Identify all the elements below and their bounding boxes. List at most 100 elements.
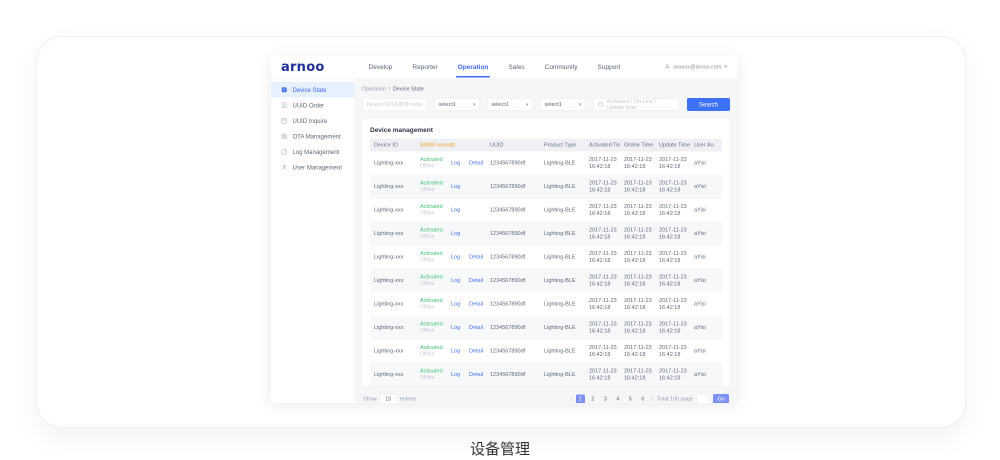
cell-status: Activated Offline bbox=[416, 227, 447, 240]
status-offline: Offline bbox=[420, 351, 447, 357]
log-link[interactable]: Log bbox=[447, 184, 465, 190]
nav-item-sales[interactable]: Sales bbox=[508, 55, 524, 79]
detail-link[interactable]: Detail bbox=[465, 278, 486, 284]
next-page-icon[interactable]: › bbox=[651, 395, 654, 403]
nav-item-community[interactable]: Community bbox=[545, 55, 578, 79]
sidebar-item-device-state[interactable]: Device State bbox=[271, 82, 355, 98]
cell-user-account: aYisi bbox=[690, 184, 714, 190]
select-value: select1 bbox=[439, 102, 456, 108]
page-number-button[interactable]: 5 bbox=[626, 395, 635, 404]
active-tab-underline bbox=[456, 76, 490, 78]
go-to-page-input[interactable] bbox=[697, 394, 710, 403]
page-number-button[interactable]: 4 bbox=[613, 395, 622, 404]
table-row: Lighting-xxx Activated Offline Log Detai… bbox=[370, 246, 722, 270]
page-number-button[interactable]: 6 bbox=[638, 395, 647, 404]
chevron-down-icon: ▾ bbox=[724, 64, 727, 70]
cell-update-time: 2017-11-23 16:42:18 bbox=[655, 367, 690, 381]
log-link[interactable]: Log bbox=[447, 372, 465, 378]
cell-device-id: Lighting-xxx bbox=[370, 207, 416, 213]
breadcrumb-parent[interactable]: Operation bbox=[362, 86, 386, 92]
nav-item-reporter[interactable]: Reporter bbox=[412, 55, 437, 79]
detail-link[interactable]: Detail bbox=[465, 325, 486, 331]
log-link[interactable]: Log bbox=[447, 231, 465, 237]
account-email: xxxxxx@arnoo.com bbox=[673, 64, 721, 70]
log-link[interactable]: Log bbox=[447, 254, 465, 260]
log-link[interactable]: Log bbox=[447, 160, 465, 166]
cell-product-type: Lighting-BLE bbox=[540, 325, 585, 331]
nav-label: Support bbox=[598, 63, 621, 71]
cell-update-time: 2017-11-23 16:42:18 bbox=[655, 203, 690, 217]
sidebar-item-user-management[interactable]: User Management bbox=[271, 160, 355, 176]
breadcrumb-current: Device State bbox=[393, 86, 424, 92]
filter-bar: select1 ▾ select1 ▾ select1 ▾ bbox=[362, 98, 730, 111]
status-offline: Offline bbox=[420, 304, 447, 310]
sidebar-item-uuid-order[interactable]: UUID Order bbox=[271, 98, 355, 114]
cell-user-account: aYisi bbox=[690, 372, 714, 378]
uuid-order-icon bbox=[281, 102, 288, 109]
cell-update-time: 2017-11-23 16:42:18 bbox=[655, 179, 690, 193]
cell-status: Activated Offline bbox=[416, 274, 447, 287]
page-number-button[interactable]: 2 bbox=[588, 395, 597, 404]
go-button[interactable]: Go bbox=[713, 394, 729, 403]
filter-select-1[interactable]: select1 ▾ bbox=[434, 98, 480, 111]
breadcrumb-separator: / bbox=[389, 86, 391, 92]
page-number-button[interactable]: 3 bbox=[601, 395, 610, 404]
cell-uuid: 1234567890df bbox=[486, 184, 540, 190]
cell-device-id: Lighting-xxx bbox=[370, 278, 416, 284]
detail-link[interactable]: Detail bbox=[465, 372, 486, 378]
cell-user-account: aYisi bbox=[690, 278, 714, 284]
device-state-icon bbox=[281, 87, 288, 94]
cell-uuid: 1234567890df bbox=[486, 231, 540, 237]
prev-page-icon[interactable]: ‹ bbox=[570, 395, 573, 403]
log-link[interactable]: Log bbox=[447, 348, 465, 354]
cell-product-type: Lighting-BLE bbox=[540, 278, 585, 284]
show-label: Show bbox=[363, 396, 377, 402]
log-link[interactable]: Log bbox=[447, 278, 465, 284]
cell-user-account: aYisi bbox=[690, 348, 714, 354]
time-range-picker[interactable]: Activated / On-Line / Update time bbox=[593, 98, 680, 111]
cell-uuid: 1234567890df bbox=[486, 348, 540, 354]
keyword-search-input[interactable] bbox=[362, 98, 427, 111]
search-button[interactable]: Search bbox=[687, 98, 730, 111]
status-activated: Activated bbox=[420, 180, 447, 187]
log-link[interactable]: Log bbox=[447, 301, 465, 307]
detail-link[interactable]: Detail bbox=[465, 348, 486, 354]
cell-user-account: aYisi bbox=[690, 254, 714, 260]
account-menu[interactable]: xxxxxx@arnoo.com ▾ bbox=[664, 64, 727, 71]
page-size-select[interactable]: 15 bbox=[380, 394, 397, 404]
sidebar-item-ota-management[interactable]: OTA Management bbox=[271, 129, 355, 145]
log-link[interactable]: Log bbox=[447, 325, 465, 331]
chevron-down-icon: ▾ bbox=[579, 102, 582, 108]
table-row: Lighting-xxx Activated Offline Log Detai… bbox=[370, 340, 722, 364]
cell-status: Activated Offline bbox=[416, 156, 447, 169]
col-header-device-id: Device ID bbox=[370, 142, 416, 148]
detail-link[interactable]: Detail bbox=[465, 160, 486, 166]
select-value: select1 bbox=[492, 102, 509, 108]
nav-item-develop[interactable]: Develop bbox=[369, 55, 393, 79]
pagination-pages: 123456 bbox=[576, 395, 648, 404]
status-activated: Activated bbox=[420, 250, 447, 257]
cell-update-time: 2017-11-23 16:42:18 bbox=[655, 250, 690, 264]
filter-select-2[interactable]: select1 ▾ bbox=[487, 98, 533, 111]
filter-select-3[interactable]: select1 ▾ bbox=[540, 98, 586, 111]
cell-online-time: 2017-11-23 16:42:18 bbox=[620, 273, 655, 287]
sidebar-item-uuid-inquire[interactable]: UUID Inquire bbox=[271, 113, 355, 129]
detail-link[interactable]: Detail bbox=[465, 301, 486, 307]
cell-product-type: Lighting-BLE bbox=[540, 207, 585, 213]
nav-item-support[interactable]: Support bbox=[598, 55, 621, 79]
cell-activated-time: 2017-11-23 16:42:18 bbox=[585, 297, 620, 311]
top-navbar: arnoo Develop Reporter Operation Sales C… bbox=[271, 55, 737, 79]
nav-label: Develop bbox=[369, 63, 393, 71]
detail-link[interactable]: Detail bbox=[465, 254, 486, 260]
mockup-card: arnoo Develop Reporter Operation Sales C… bbox=[36, 36, 966, 428]
cell-user-account: aYisi bbox=[690, 231, 714, 237]
col-header-uuid: UUID bbox=[486, 142, 540, 148]
sidebar-item-log-management[interactable]: Log Management bbox=[271, 144, 355, 160]
page-number-button[interactable]: 1 bbox=[576, 395, 585, 404]
status-activated: Activated bbox=[420, 344, 447, 351]
nav-label: Reporter bbox=[412, 63, 437, 71]
status-offline: Offline bbox=[420, 163, 447, 169]
uuid-inquire-icon bbox=[281, 118, 288, 125]
nav-item-operation[interactable]: Operation bbox=[458, 55, 489, 79]
log-link[interactable]: Log bbox=[447, 207, 465, 213]
